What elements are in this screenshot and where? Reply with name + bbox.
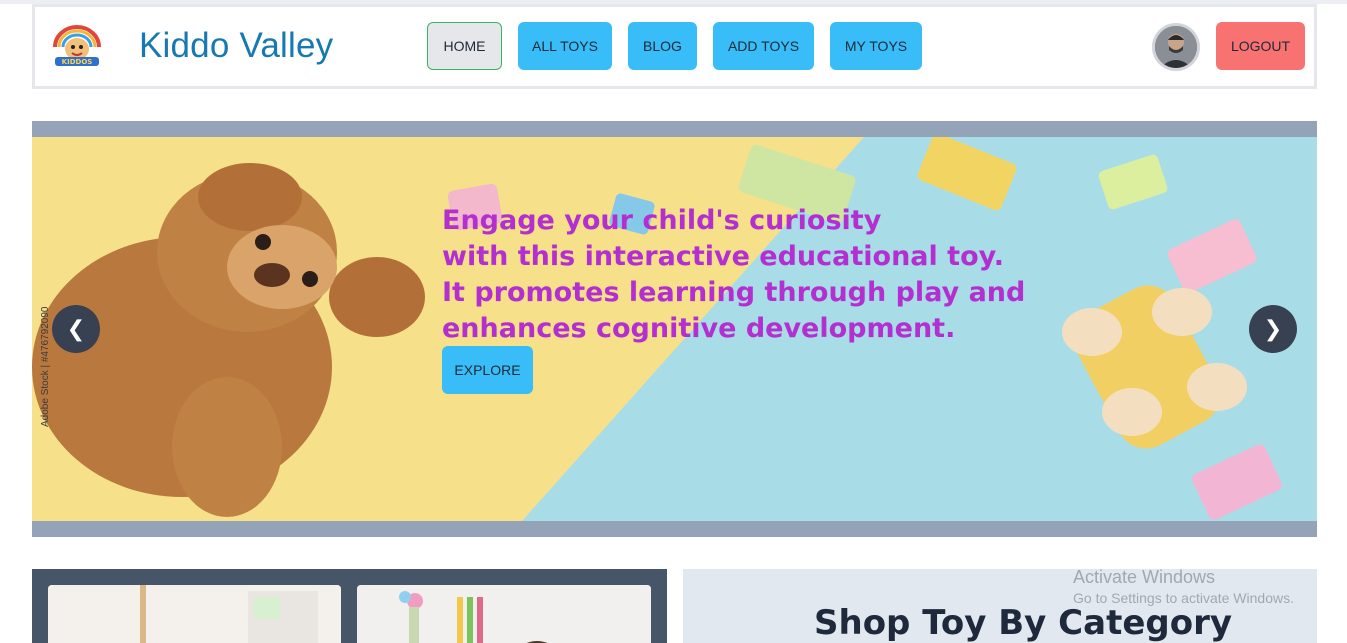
- navbar: KIDDOS Kiddo Valley HOME ALL TOYS BLOG A…: [32, 4, 1317, 89]
- gallery-card[interactable]: [357, 585, 651, 643]
- hero-line: It promotes learning through play and: [442, 277, 1026, 308]
- gallery-image: [48, 585, 341, 643]
- nav-add-toys-button[interactable]: ADD TOYS: [713, 22, 814, 70]
- section-title: Shop Toy By Category: [814, 603, 1233, 643]
- logout-button[interactable]: LOGOUT: [1216, 22, 1305, 70]
- chevron-left-icon: ❮: [66, 316, 86, 342]
- activation-subtitle: Go to Settings to activate Windows.: [1073, 590, 1294, 606]
- gallery-section: [32, 569, 667, 643]
- hero-line: enhances cognitive development.: [442, 313, 956, 344]
- hero-line: Engage your child's curiosity: [442, 205, 882, 236]
- brand-title[interactable]: Kiddo Valley: [139, 26, 333, 66]
- hero-carousel: Adobe Stock | #476792090 Engage your chi…: [32, 137, 1317, 521]
- nav-blog-button[interactable]: BLOG: [628, 22, 697, 70]
- nav-home-button[interactable]: HOME: [427, 22, 502, 70]
- gallery-image: [357, 585, 651, 643]
- stock-watermark: Adobe Stock | #476792090: [40, 306, 51, 427]
- hero-line: with this interactive educational toy.: [442, 241, 1005, 272]
- nav-my-toys-button[interactable]: MY TOYS: [830, 22, 922, 70]
- brand[interactable]: KIDDOS Kiddo Valley: [49, 21, 333, 71]
- hero-headline: Engage your child's curiosity with this …: [442, 203, 1042, 347]
- carousel-next-button[interactable]: ❯: [1249, 305, 1297, 353]
- explore-button[interactable]: EXPLORE: [442, 346, 533, 394]
- gallery-card[interactable]: [48, 585, 341, 643]
- kiddos-logo-icon: KIDDOS: [49, 21, 105, 71]
- main-navigation: HOME ALL TOYS BLOG ADD TOYS MY TOYS: [427, 22, 922, 70]
- carousel-prev-button[interactable]: ❮: [52, 305, 100, 353]
- activation-title: Activate Windows: [1073, 567, 1216, 587]
- user-avatar[interactable]: [1152, 23, 1200, 71]
- windows-activation-overlay: Activate Windows Go to Settings to activ…: [1073, 567, 1294, 606]
- logo-lettering: KIDDOS: [62, 58, 93, 66]
- nav-all-toys-button[interactable]: ALL TOYS: [518, 22, 612, 70]
- chevron-right-icon: ❯: [1263, 316, 1283, 342]
